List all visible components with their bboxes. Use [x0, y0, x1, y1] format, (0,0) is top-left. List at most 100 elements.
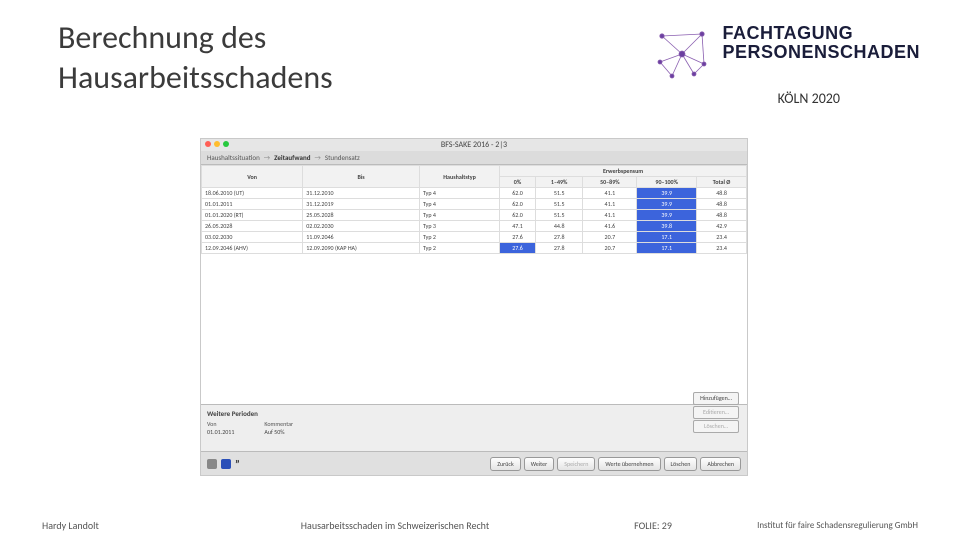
table-cell: 51.5	[535, 199, 583, 210]
bp-komm-value: Auf 50%	[264, 428, 293, 436]
table-cell: 17.1	[637, 232, 697, 243]
table-cell: Typ 2	[419, 232, 499, 243]
brand-text: FACHTAGUNG PERSONENSCHADEN	[722, 24, 920, 62]
table-cell: Typ 4	[419, 199, 499, 210]
table-cell: 48.8	[697, 188, 747, 199]
table-cell: 62.0	[500, 188, 536, 199]
table-cell: 39.8	[637, 221, 697, 232]
footer-button[interactable]: Werte übernehmen	[598, 457, 660, 471]
col-erwerb: Erwerbspensum	[500, 166, 747, 177]
table-cell: 11.09.2046	[303, 232, 420, 243]
panel-button[interactable]: Hinzufügen…	[693, 392, 739, 405]
table-cell: 23.4	[697, 232, 747, 243]
bp-von-value: 01.01.2011	[207, 428, 234, 436]
slide-footer: Hardy Landolt Hausarbeitsschaden im Schw…	[0, 519, 960, 532]
table-cell: 48.8	[697, 210, 747, 221]
zoom-icon[interactable]	[223, 141, 229, 147]
table-cell: 23.4	[697, 243, 747, 254]
table-cell: 02.02.2030	[303, 221, 420, 232]
table-cell: 18.06.2010 (UT)	[202, 188, 303, 199]
table-cell: 42.9	[697, 221, 747, 232]
table-cell: 44.8	[535, 221, 583, 232]
table-cell: 20.7	[583, 232, 637, 243]
col-0: 0%	[500, 177, 536, 188]
table-cell: 27.6	[500, 232, 536, 243]
table-cell: 39.9	[637, 188, 697, 199]
app-titlebar: BFS-SAKE 2016 - 2|3	[201, 139, 747, 151]
quote-icon[interactable]: ”	[235, 458, 247, 470]
table-cell: 39.9	[637, 210, 697, 221]
window-buttons	[205, 141, 229, 147]
table-cell: Typ 2	[419, 243, 499, 254]
col-3: 90–100%	[637, 177, 697, 188]
table-cell: 62.0	[500, 210, 536, 221]
footer-topic: Hausarbeitsschaden im Schweizerischen Re…	[182, 519, 608, 532]
footer-org: Institut für faire Schadensregulierung G…	[698, 520, 918, 531]
table-cell: 01.01.2020 (RT)	[202, 210, 303, 221]
table-cell: Typ 3	[419, 221, 499, 232]
col-2: 50–89%	[583, 177, 637, 188]
close-icon[interactable]	[205, 141, 211, 147]
footer-button: Speichern	[557, 457, 595, 471]
table-cell: 31.12.2019	[303, 199, 420, 210]
footer-author: Hardy Landolt	[42, 519, 182, 532]
data-table: Von Bis Haushaltstyp Erwerbspensum 0% 1–…	[201, 165, 747, 254]
table-cell: 41.1	[583, 199, 637, 210]
table-row[interactable]: 26.05.202802.02.2030Typ 347.144.841.639.…	[202, 221, 747, 232]
table-cell: 51.5	[535, 210, 583, 221]
tool-icon[interactable]	[221, 459, 231, 469]
table-cell: 31.12.2010	[303, 188, 420, 199]
network-logo-icon	[652, 24, 712, 84]
tool-icon[interactable]	[207, 459, 217, 469]
bc-step[interactable]: Stundensatz	[325, 153, 360, 162]
panel-button: Löschen…	[693, 420, 739, 433]
footer-button[interactable]: Abbrechen	[700, 457, 741, 471]
table-cell: 51.5	[535, 188, 583, 199]
table-cell: Typ 4	[419, 188, 499, 199]
app-window: BFS-SAKE 2016 - 2|3 Haushaltssituation →…	[200, 138, 748, 476]
table-cell: 47.1	[500, 221, 536, 232]
chevron-right-icon: →	[315, 153, 321, 162]
periods-title: Weitere Perioden	[207, 409, 741, 418]
table-row[interactable]: 12.09.2046 (AHV)12.09.2090 (KAP HA)Typ 2…	[202, 243, 747, 254]
table-cell: 03.02.2030	[202, 232, 303, 243]
table-cell: 20.7	[583, 243, 637, 254]
table-cell: 17.1	[637, 243, 697, 254]
table-cell: 62.0	[500, 199, 536, 210]
table-cell: 27.6	[500, 243, 536, 254]
brand-line1: FACHTAGUNG	[722, 24, 920, 43]
periods-panel: Weitere Perioden Von 01.01.2011 Kommenta…	[201, 404, 747, 440]
app-title: BFS-SAKE 2016 - 2|3	[441, 140, 507, 150]
table-cell: Typ 4	[419, 210, 499, 221]
bp-von-label: Von	[207, 420, 234, 428]
col-bis: Bis	[303, 166, 420, 188]
col-von: Von	[202, 166, 303, 188]
table-cell: 25.05.2028	[303, 210, 420, 221]
table-cell: 01.01.2011	[202, 199, 303, 210]
bc-step-active[interactable]: Zeitaufwand	[274, 153, 310, 162]
footer-button[interactable]: Löschen	[664, 457, 698, 471]
col-4: Total Ø	[697, 177, 747, 188]
table-cell: 27.8	[535, 232, 583, 243]
panel-button: Editieren…	[693, 406, 739, 419]
minimize-icon[interactable]	[214, 141, 220, 147]
bp-komm-label: Kommentar	[264, 420, 293, 428]
table-row[interactable]: 18.06.2010 (UT)31.12.2010Typ 462.051.541…	[202, 188, 747, 199]
table-cell: 39.9	[637, 199, 697, 210]
slide-title-text: Berechnung desHausarbeitsschadens	[58, 18, 333, 97]
slide-title: Berechnung desHausarbeitsschadens	[58, 18, 333, 98]
footer-button[interactable]: Zurück	[490, 457, 520, 471]
table-cell: 12.09.2046 (AHV)	[202, 243, 303, 254]
breadcrumb: Haushaltssituation → Zeitaufwand → Stund…	[201, 151, 747, 165]
chevron-right-icon: →	[264, 153, 270, 162]
event-location: KÖLN 2020	[778, 90, 840, 107]
table-row[interactable]: 01.01.201131.12.2019Typ 462.051.541.139.…	[202, 199, 747, 210]
footer-button[interactable]: Weiter	[524, 457, 555, 471]
app-footer: ” Zurück WeiterSpeichernWerte übernehmen L…	[201, 451, 747, 475]
table-row[interactable]: 01.01.2020 (RT)25.05.2028Typ 462.051.541…	[202, 210, 747, 221]
table-cell: 12.09.2090 (KAP HA)	[303, 243, 420, 254]
bc-step[interactable]: Haushaltssituation	[207, 153, 260, 162]
col-1: 1–49%	[535, 177, 583, 188]
table-cell: 26.05.2028	[202, 221, 303, 232]
table-row[interactable]: 03.02.203011.09.2046Typ 227.627.820.717.…	[202, 232, 747, 243]
